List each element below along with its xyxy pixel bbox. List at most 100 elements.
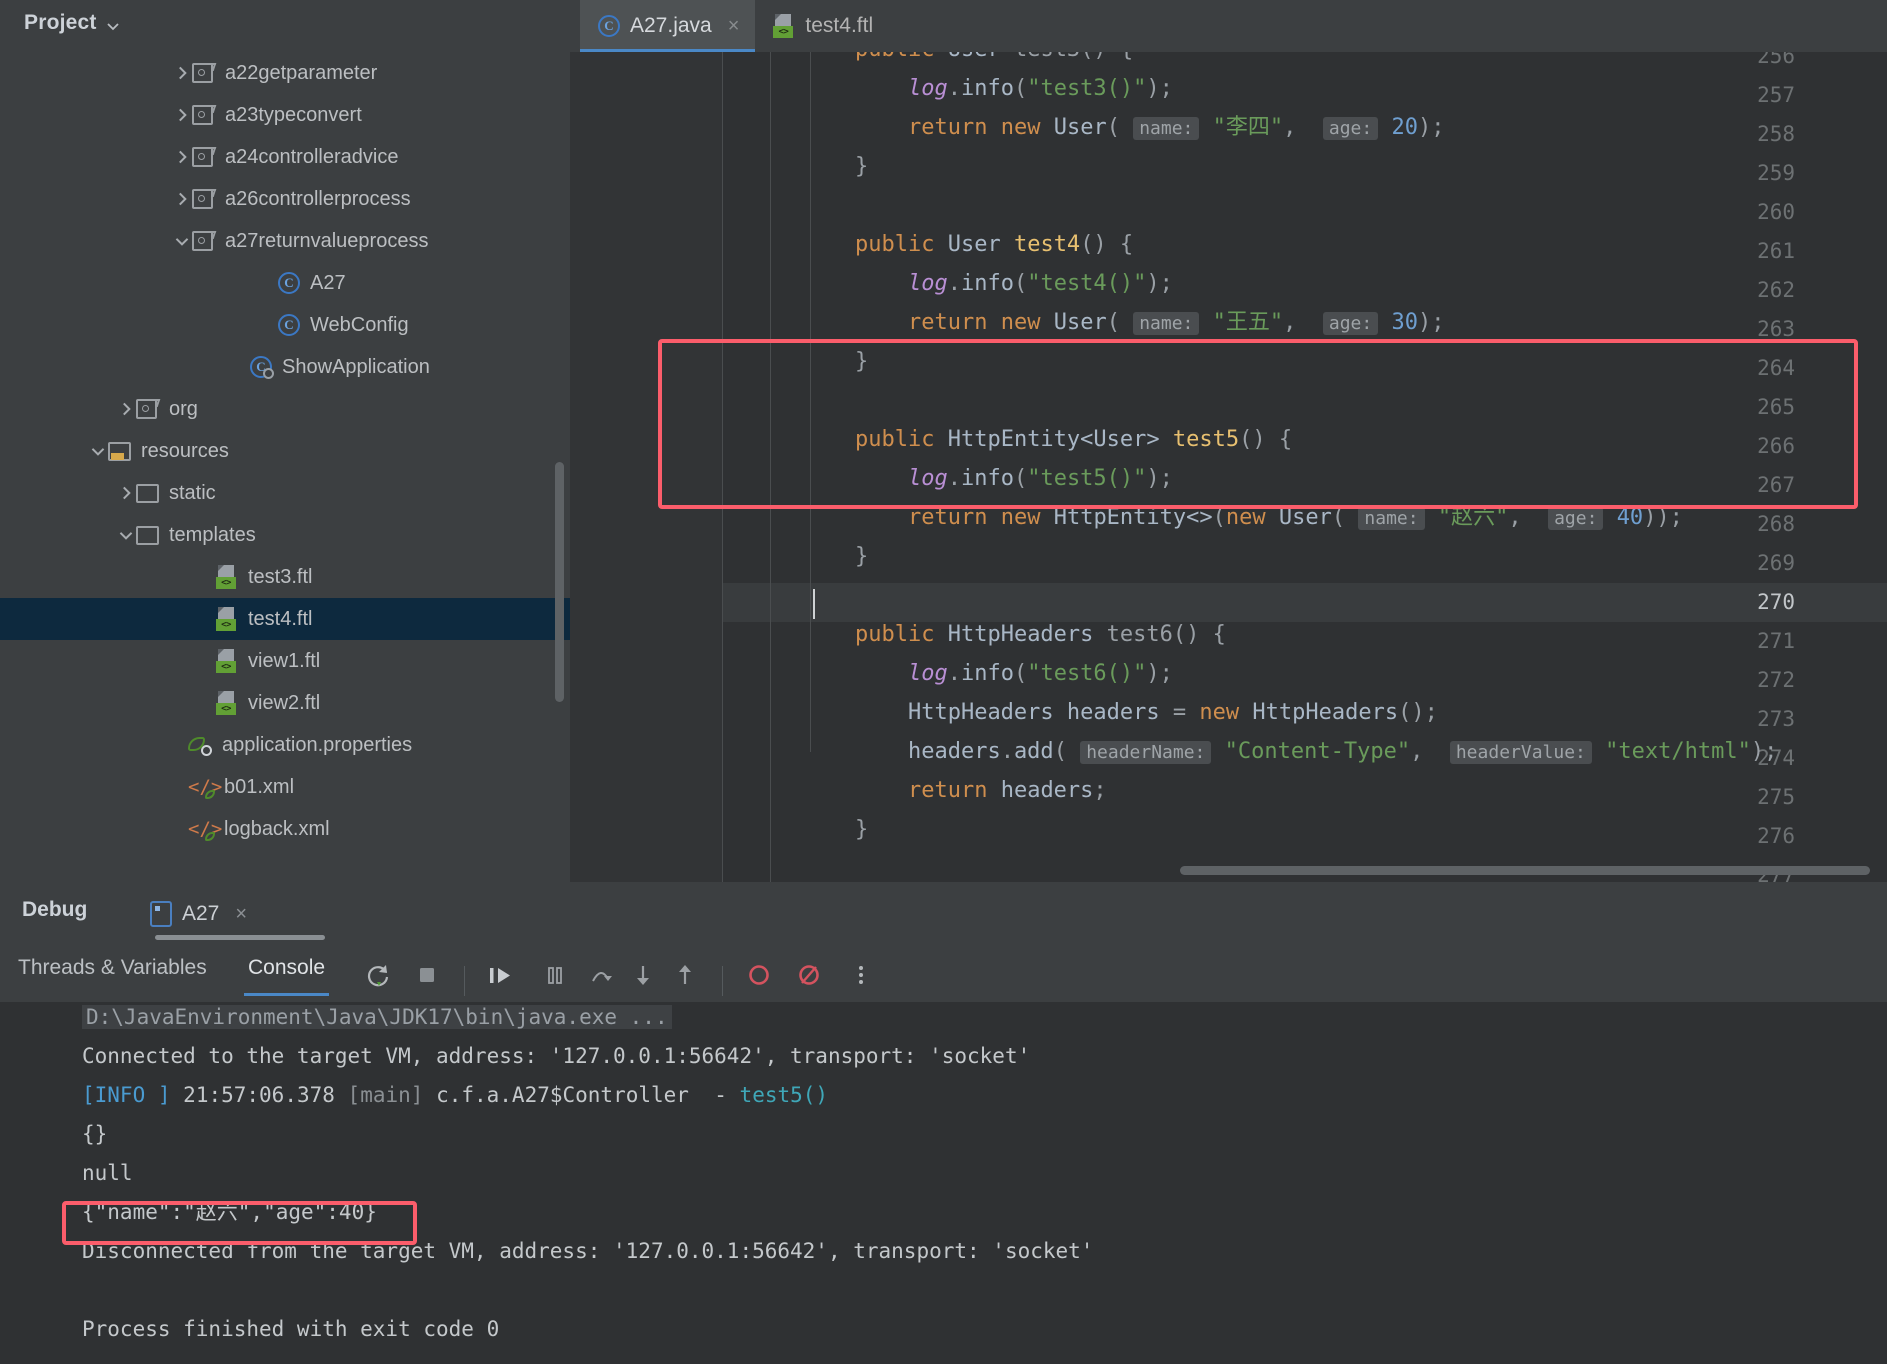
toolbar-separator bbox=[464, 966, 465, 996]
tree-item-application-properties[interactable]: application.properties bbox=[0, 724, 570, 766]
spring-boot-icon: C bbox=[250, 356, 274, 379]
stop-button[interactable] bbox=[412, 960, 442, 995]
code-token: ( bbox=[1013, 271, 1028, 296]
resume-button[interactable] bbox=[484, 960, 516, 995]
code-token: public bbox=[854, 427, 935, 452]
chevron-down-icon[interactable] bbox=[116, 525, 136, 545]
tree-item-resources[interactable]: resources bbox=[0, 430, 570, 472]
tree-item-logback-xml[interactable]: </> logback.xml bbox=[0, 808, 570, 850]
code-token: info bbox=[960, 76, 1014, 101]
console-command-path: D:\JavaEnvironment\Java\JDK17\bin\java.e… bbox=[82, 1005, 672, 1029]
console-line: Connected to the target VM, address: '12… bbox=[82, 1044, 1031, 1068]
code-token: 40 bbox=[1616, 505, 1644, 530]
code-token: return bbox=[907, 115, 988, 140]
tab-a27-java[interactable]: C A27.java × bbox=[580, 0, 756, 52]
chevron-right-icon[interactable] bbox=[172, 63, 192, 83]
code-line: } bbox=[802, 810, 868, 849]
tree-item-label: WebConfig bbox=[310, 313, 409, 336]
parameter-hint: name: bbox=[1358, 507, 1425, 530]
run-configuration-icon bbox=[150, 901, 172, 927]
rerun-button[interactable] bbox=[364, 960, 394, 995]
chevron-right-icon[interactable] bbox=[116, 483, 136, 503]
tree-item-a27returnvalueprocess[interactable]: a27returnvalueprocess bbox=[0, 220, 570, 262]
debug-session-tab[interactable]: A27 × bbox=[150, 894, 326, 940]
close-icon[interactable]: × bbox=[728, 16, 740, 36]
project-tree[interactable]: a22getparameter a23typeconvert a24controll… bbox=[0, 52, 570, 882]
step-out-button[interactable] bbox=[670, 960, 700, 995]
tree-item-showapplication[interactable]: C ShowApplication bbox=[0, 346, 570, 388]
tab-threads-variables[interactable]: Threads & Variables bbox=[18, 956, 207, 980]
tree-item-a23typeconvert[interactable]: a23typeconvert bbox=[0, 94, 570, 136]
code-token: new bbox=[1199, 700, 1240, 725]
tree-item-test3-ftl[interactable]: <> test3.ftl bbox=[0, 556, 570, 598]
tree-item-b01-xml[interactable]: </> b01.xml bbox=[0, 766, 570, 808]
tree-item-label: test4.ftl bbox=[248, 607, 313, 630]
tab-console[interactable]: Console bbox=[243, 956, 330, 996]
code-editor[interactable]: 256 257 258 259 260 261 262 263 264 265 266 267 268 2… bbox=[570, 52, 1887, 882]
ftl-file-icon: <> bbox=[216, 565, 238, 589]
code-token: ( bbox=[1013, 661, 1028, 686]
chevron-down-icon[interactable] bbox=[172, 231, 192, 251]
code-token: User bbox=[948, 52, 1001, 62]
code-token: 20 bbox=[1391, 115, 1418, 140]
code-line: } bbox=[802, 342, 868, 381]
chevron-right-icon[interactable] bbox=[172, 189, 192, 209]
step-over-button[interactable] bbox=[586, 960, 616, 995]
tree-item-a24controlleradvice[interactable]: a24controlleradvice bbox=[0, 136, 570, 178]
project-tool-window-label[interactable]: Project bbox=[24, 11, 97, 35]
pause-button[interactable] bbox=[540, 960, 570, 995]
spring-xml-icon: </> bbox=[188, 776, 223, 799]
tab-test4-ftl[interactable]: <> test4.ftl bbox=[755, 0, 889, 52]
step-into-button[interactable] bbox=[628, 960, 658, 995]
package-icon bbox=[192, 105, 215, 125]
console-output[interactable]: D:\JavaEnvironment\Java\JDK17\bin\java.e… bbox=[0, 1002, 1887, 1364]
tree-item-view1-ftl[interactable]: <> view1.ftl bbox=[0, 640, 570, 682]
tree-item-view2-ftl[interactable]: <> view2.ftl bbox=[0, 682, 570, 724]
code-token: "test4()" bbox=[1027, 271, 1147, 296]
debug-tool-window: Debug A27 × Threads & Variables Console bbox=[0, 882, 1887, 1364]
console-line: null bbox=[82, 1161, 133, 1185]
code-token: "test6()" bbox=[1027, 661, 1147, 686]
code-token: ( bbox=[1212, 505, 1226, 530]
chevron-right-icon[interactable] bbox=[172, 105, 192, 125]
code-line: return new HttpEntity<>(new User( name: … bbox=[802, 498, 1683, 538]
log-message: test5() bbox=[739, 1083, 829, 1107]
code-token: HttpHeaders bbox=[947, 622, 1094, 647]
package-icon bbox=[192, 147, 215, 167]
chevron-down-icon[interactable] bbox=[104, 17, 122, 35]
code-token: ); bbox=[1146, 271, 1173, 296]
code-token: "test3()" bbox=[1027, 76, 1147, 101]
tree-item-static[interactable]: static bbox=[0, 472, 570, 514]
chevron-right-icon[interactable] bbox=[172, 147, 192, 167]
code-token: test3 bbox=[1014, 52, 1080, 62]
tree-item-test4-ftl[interactable]: <> test4.ftl bbox=[0, 598, 570, 640]
log-level: [INFO ] bbox=[82, 1083, 171, 1107]
code-line: public HttpEntity<User> test5() { bbox=[802, 420, 1292, 459]
log-logger: c.f.a.A27$Controller bbox=[436, 1083, 689, 1107]
tree-item-org[interactable]: org bbox=[0, 388, 570, 430]
tree-item-label: view1.ftl bbox=[248, 649, 321, 672]
tree-item-label: a22getparameter bbox=[225, 61, 378, 84]
code-token: HttpEntity<> bbox=[1053, 505, 1213, 530]
code-token: return bbox=[907, 778, 988, 803]
editor-horizontal-scrollbar[interactable] bbox=[1180, 866, 1870, 875]
tree-item-a27[interactable]: C A27 bbox=[0, 262, 570, 304]
mute-breakpoints-button[interactable] bbox=[744, 960, 774, 995]
tree-item-templates[interactable]: templates bbox=[0, 514, 570, 556]
view-breakpoints-button[interactable] bbox=[794, 960, 824, 995]
close-icon[interactable]: × bbox=[235, 903, 247, 926]
text-caret bbox=[813, 589, 815, 619]
chevron-right-icon[interactable] bbox=[116, 399, 136, 419]
code-token: () { bbox=[1080, 232, 1134, 257]
code-token: 30 bbox=[1391, 310, 1418, 335]
chevron-down-icon[interactable] bbox=[88, 441, 108, 461]
tree-item-a22getparameter[interactable]: a22getparameter bbox=[0, 52, 570, 94]
parameter-hint: name: bbox=[1133, 312, 1200, 335]
tree-item-a26controllerprocess[interactable]: a26controllerprocess bbox=[0, 178, 570, 220]
sidebar-scrollbar[interactable] bbox=[555, 462, 564, 702]
tree-item-webconfig[interactable]: C WebConfig bbox=[0, 304, 570, 346]
more-options-button[interactable] bbox=[848, 960, 874, 995]
code-token: new bbox=[1000, 505, 1041, 530]
resources-folder-icon bbox=[108, 441, 131, 461]
tree-item-label: org bbox=[169, 397, 198, 420]
